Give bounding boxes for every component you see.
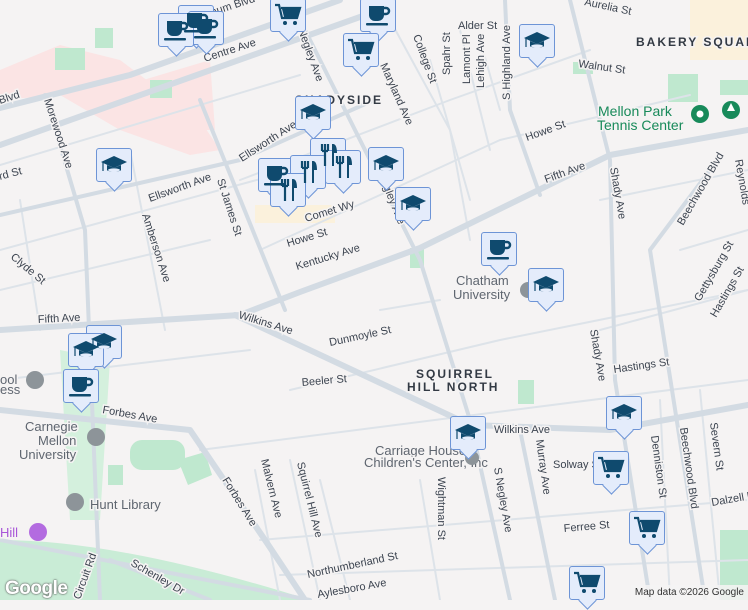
street-label: Forbes Ave bbox=[219, 475, 259, 528]
map-attribution[interactable]: Map data ©2026 Google bbox=[630, 585, 748, 600]
coffee-marker[interactable] bbox=[481, 232, 517, 266]
street-label: rd St bbox=[0, 165, 23, 183]
coffee-marker[interactable] bbox=[158, 13, 194, 47]
street-label: Aylesboro Ave bbox=[316, 577, 387, 600]
school-marker[interactable] bbox=[368, 147, 404, 181]
poi-school-line2: ess bbox=[0, 382, 21, 397]
street-label: Kentucky Ave bbox=[294, 242, 361, 273]
street-label: Lamont Pl bbox=[461, 34, 473, 84]
street-label: Beechwood Blvd bbox=[675, 151, 726, 228]
cart-icon bbox=[274, 2, 302, 28]
coffee-icon bbox=[364, 2, 392, 28]
street-label: Beeler St bbox=[301, 373, 347, 389]
street-label: Alder St bbox=[458, 20, 497, 32]
fork-knife-icon bbox=[274, 177, 302, 203]
street-label: Morewood Ave bbox=[41, 97, 75, 170]
school-marker[interactable] bbox=[395, 187, 431, 221]
poi-chatham-university: Chatham bbox=[456, 273, 509, 288]
grocery-marker[interactable] bbox=[629, 511, 665, 545]
neighborhood-label-squirrel-hill: SQUIRREL bbox=[416, 367, 494, 381]
coffee-icon bbox=[485, 236, 513, 262]
graduation-cap-icon bbox=[72, 337, 100, 363]
graduation-cap-icon bbox=[100, 152, 128, 178]
street-label: Amberson Ave bbox=[139, 212, 172, 284]
street-label: Howe St bbox=[285, 226, 328, 250]
street-label: Wilkins Ave bbox=[494, 424, 550, 436]
street-label: Fifth Ave bbox=[543, 160, 587, 186]
poi-cmu-line3: University bbox=[19, 447, 77, 462]
restaurant-marker[interactable] bbox=[270, 173, 306, 207]
coffee-marker[interactable] bbox=[63, 369, 99, 403]
neighborhood-label-bakery-square: BAKERY SQUARE bbox=[636, 35, 748, 49]
street-label: Dalzell Pl bbox=[710, 489, 748, 509]
street-label: Lehigh Ave bbox=[475, 34, 487, 88]
coffee-icon bbox=[192, 15, 220, 41]
poi-hill: Hill bbox=[0, 525, 18, 540]
grocery-marker[interactable] bbox=[569, 566, 605, 600]
street-label: Murray Ave bbox=[533, 439, 553, 496]
street-label: Wilkins Ave bbox=[237, 309, 294, 337]
grocery-marker[interactable] bbox=[343, 33, 379, 67]
street-label: S Highland Ave bbox=[501, 25, 513, 100]
school-marker[interactable] bbox=[68, 333, 104, 367]
grocery-marker[interactable] bbox=[270, 0, 306, 32]
restaurant-marker[interactable] bbox=[325, 150, 361, 184]
cart-icon bbox=[597, 455, 625, 481]
graduation-cap-icon bbox=[299, 100, 327, 126]
graduation-cap-icon bbox=[372, 151, 400, 177]
coffee-icon bbox=[162, 17, 190, 43]
school-marker[interactable] bbox=[96, 148, 132, 182]
street-label: Spahr St bbox=[441, 32, 453, 75]
graduation-cap-icon bbox=[523, 28, 551, 54]
street-label: Dunmoyle St bbox=[328, 324, 392, 349]
poi-cmu: Carnegie bbox=[25, 419, 78, 434]
camera-pin-icon bbox=[29, 523, 47, 541]
street-label: St James St bbox=[214, 177, 244, 237]
street-label: Howe St bbox=[524, 118, 567, 143]
graduation-cap-icon bbox=[399, 191, 427, 217]
google-logo: Google bbox=[5, 578, 68, 599]
street-label: Aurelia St bbox=[583, 0, 632, 18]
school-pin-icon bbox=[87, 428, 105, 446]
map-canvas[interactable]: Blvd Baum Blvd Centre Ave Morewood Ave E… bbox=[0, 0, 748, 600]
street-label: Shady Ave bbox=[587, 328, 608, 382]
school-marker[interactable] bbox=[450, 416, 486, 450]
school-marker[interactable] bbox=[528, 268, 564, 302]
street-label: Severn St bbox=[707, 422, 726, 472]
street-label: Fifth Ave bbox=[38, 312, 81, 326]
street-label: Denniston St bbox=[648, 435, 669, 499]
cart-icon bbox=[573, 570, 601, 596]
neighborhood-label-squirrel-hill-north: HILL NORTH bbox=[407, 380, 499, 394]
cart-icon bbox=[633, 515, 661, 541]
school-marker[interactable] bbox=[295, 96, 331, 130]
coffee-icon bbox=[67, 373, 95, 399]
street-label: Reynolds bbox=[732, 158, 748, 206]
graduation-cap-icon bbox=[454, 420, 482, 446]
coffee-marker[interactable] bbox=[188, 11, 224, 45]
poi-hunt-library: Hunt Library bbox=[90, 497, 161, 512]
poi-cmu-line2: Mellon bbox=[38, 433, 76, 448]
school-marker[interactable] bbox=[606, 396, 642, 430]
street-label: Ellsworth Ave bbox=[147, 171, 213, 205]
street-label: College St bbox=[410, 33, 439, 85]
street-label: Beechwood Blvd bbox=[677, 427, 700, 510]
school-pin-icon bbox=[26, 371, 44, 389]
street-label: Wightman St bbox=[435, 477, 447, 540]
graduation-cap-icon bbox=[532, 272, 560, 298]
school-marker[interactable] bbox=[519, 24, 555, 58]
grocery-marker[interactable] bbox=[593, 451, 629, 485]
graduation-cap-icon bbox=[610, 400, 638, 426]
fork-knife-icon bbox=[329, 154, 357, 180]
library-pin-icon bbox=[66, 493, 84, 511]
cart-icon bbox=[347, 37, 375, 63]
street-label: Ferree St bbox=[563, 519, 610, 535]
coffee-marker[interactable] bbox=[360, 0, 396, 32]
street-label: Hastings St bbox=[613, 356, 670, 376]
poi-chatham-university-line2: University bbox=[453, 287, 511, 302]
poi-mellon-park-line2: Tennis Center bbox=[597, 117, 684, 133]
